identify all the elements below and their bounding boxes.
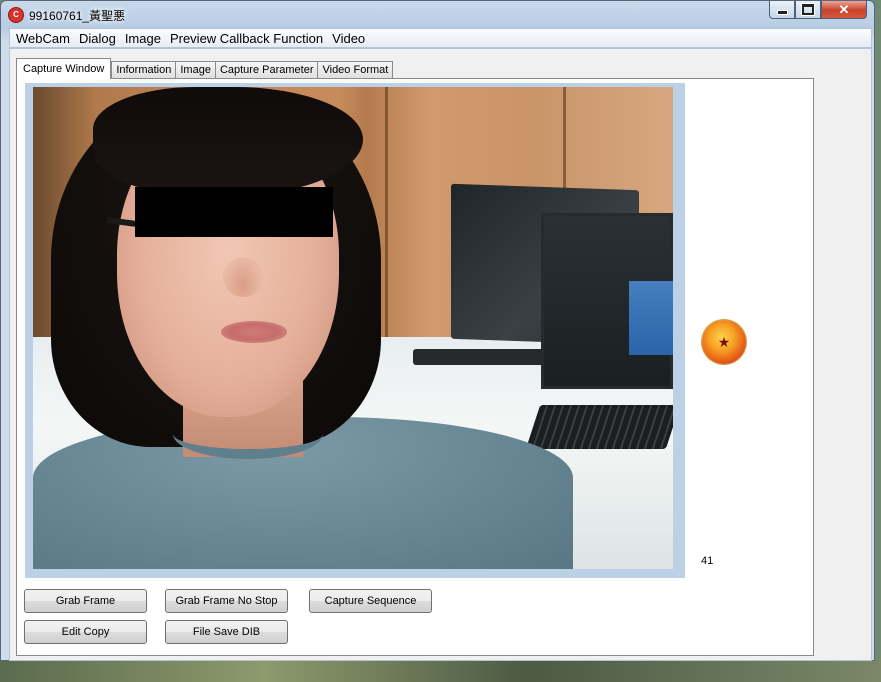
menu-preview-callback-function[interactable]: Preview Callback Function (168, 31, 330, 46)
maximize-button[interactable] (795, 1, 821, 19)
minimize-button[interactable] (769, 1, 795, 19)
capture-window-panel: ★ 41 Grab Frame Grab Frame No Stop Captu… (16, 78, 814, 656)
person-nose (223, 257, 263, 297)
maximize-icon (802, 4, 814, 15)
censor-bar (135, 187, 333, 237)
menu-image[interactable]: Image (123, 31, 168, 46)
background-keyboard (413, 349, 553, 365)
webcam-preview-image (33, 87, 673, 569)
monitor-screen (629, 281, 673, 355)
title-bar[interactable]: C 99160761_黃聖悪 ✕ (1, 1, 874, 28)
grab-frame-no-stop-button[interactable]: Grab Frame No Stop (165, 589, 288, 613)
menu-bar: WebCam Dialog Image Preview Callback Fun… (9, 28, 872, 48)
tab-information[interactable]: Information (111, 61, 177, 79)
frame-counter: 41 (701, 555, 714, 567)
tab-image[interactable]: Image (175, 61, 216, 79)
close-icon: ✕ (838, 1, 850, 17)
menu-dialog[interactable]: Dialog (77, 31, 123, 46)
menu-video[interactable]: Video (330, 31, 372, 46)
edit-copy-button[interactable]: Edit Copy (24, 620, 147, 644)
shirt-collar (173, 409, 323, 459)
client-area: Capture Window Information Image Capture… (9, 48, 872, 661)
caption-buttons: ✕ (769, 1, 867, 19)
app-window: C 99160761_黃聖悪 ✕ WebCam Dialog Image Pre… (0, 0, 875, 661)
close-button[interactable]: ✕ (821, 1, 867, 19)
app-icon[interactable]: C (8, 7, 24, 23)
star-ball-icon: ★ (702, 320, 746, 364)
grab-frame-button[interactable]: Grab Frame (24, 589, 147, 613)
tab-capture-parameter[interactable]: Capture Parameter (214, 61, 319, 79)
tab-capture-window[interactable]: Capture Window (16, 58, 112, 79)
tab-video-format[interactable]: Video Format (317, 61, 394, 79)
capture-preview-frame (25, 83, 685, 578)
file-save-dib-button[interactable]: File Save DIB (165, 620, 288, 644)
wall-seam (385, 87, 388, 347)
person-mouth (221, 321, 287, 343)
menu-webcam[interactable]: WebCam (14, 31, 77, 46)
tab-strip: Capture Window Information Image Capture… (16, 58, 394, 79)
capture-sequence-button[interactable]: Capture Sequence (309, 589, 432, 613)
minimize-icon (776, 10, 788, 15)
foreground-keyboard (525, 405, 673, 449)
star-icon: ★ (717, 334, 731, 350)
window-title: 99160761_黃聖悪 (29, 9, 126, 23)
